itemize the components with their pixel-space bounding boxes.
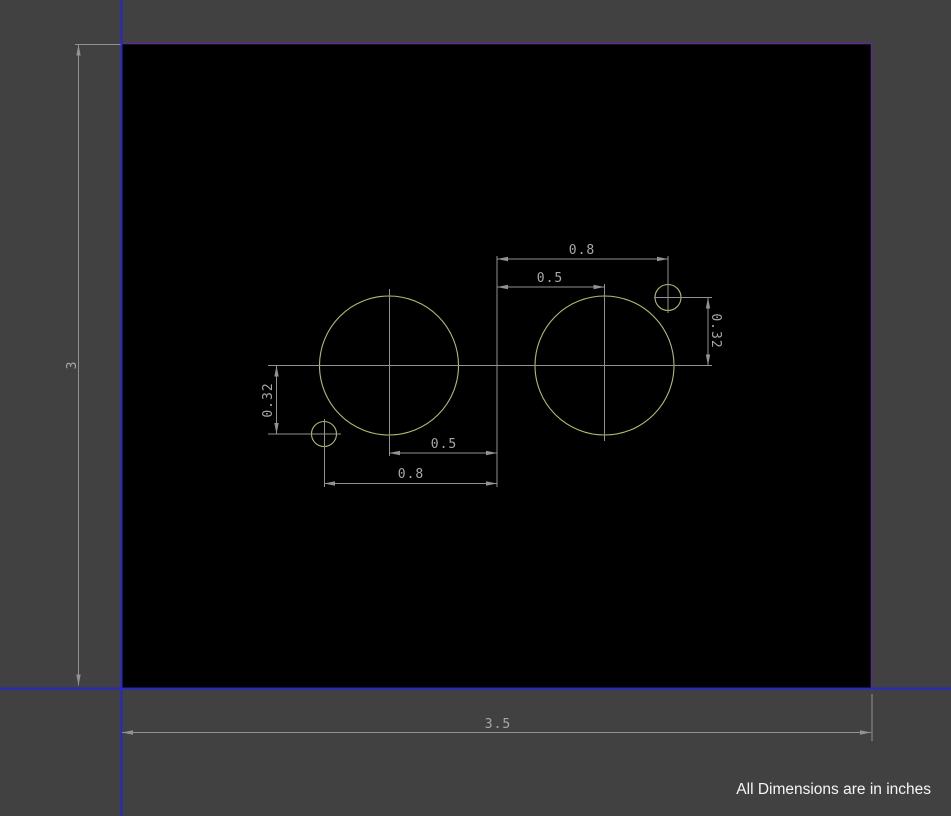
units-note: All Dimensions are in inches [736,779,931,801]
dim-label-top-inner: 0.5 [537,271,563,286]
drawing-canvas: 3 0.8 [0,0,951,816]
dim-label-right-vertical: 0.32 [708,313,723,348]
dim-label-plate-height: 3 [65,361,80,370]
dim-plate-width: 3.5 [122,717,871,733]
dim-label-plate-width: 3.5 [485,717,511,732]
dim-label-top-outer: 0.8 [569,243,595,258]
dim-label-bottom-inner: 0.5 [431,437,457,452]
dim-label-bottom-outer: 0.8 [398,467,424,482]
dim-label-left-vertical: 0.32 [261,382,276,417]
cad-viewport[interactable]: 3 0.8 [0,0,951,816]
dim-plate-height: 3 [65,45,121,686]
